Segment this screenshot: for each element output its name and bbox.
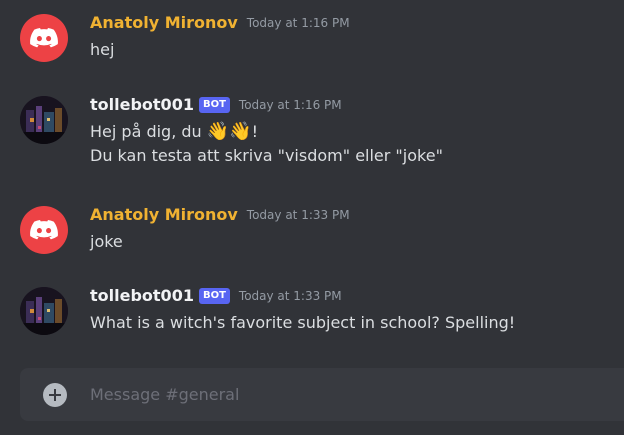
avatar[interactable] bbox=[20, 287, 68, 335]
message-text: ! bbox=[251, 122, 259, 141]
bot-badge: BOT bbox=[198, 97, 230, 113]
discord-logo-icon bbox=[30, 28, 58, 48]
message-list: Anatoly Mironov Today at 1:16 PM hej tol… bbox=[0, 0, 624, 360]
message-text: What is a witch's favorite subject in sc… bbox=[90, 313, 516, 332]
message-text: hej bbox=[90, 40, 115, 59]
message-text: Du kan testa att skriva "visdom" eller "… bbox=[90, 146, 443, 165]
username[interactable]: Anatoly Mironov bbox=[90, 204, 238, 226]
timestamp: Today at 1:33 PM bbox=[246, 208, 350, 222]
message-content: What is a witch's favorite subject in sc… bbox=[90, 311, 515, 335]
message-item: Anatoly Mironov Today at 1:16 PM hej bbox=[0, 12, 624, 64]
avatar[interactable] bbox=[20, 206, 68, 254]
discord-logo-icon bbox=[30, 220, 58, 240]
timestamp: Today at 1:33 PM bbox=[238, 289, 342, 303]
photo-avatar bbox=[20, 96, 68, 144]
message-header: tollebot001 BOT Today at 1:16 PM bbox=[90, 94, 342, 116]
message-item: Anatoly Mironov Today at 1:33 PM joke bbox=[0, 204, 624, 256]
username[interactable]: Anatoly Mironov bbox=[90, 12, 238, 34]
message-content: hej bbox=[90, 38, 114, 62]
bot-badge: BOT bbox=[198, 288, 230, 304]
photo-avatar bbox=[20, 287, 68, 335]
username[interactable]: tollebot001 bbox=[90, 285, 194, 307]
plus-circle-icon bbox=[49, 389, 61, 401]
avatar[interactable] bbox=[20, 96, 68, 144]
add-attachment-button[interactable] bbox=[43, 383, 67, 407]
message-header: Anatoly Mironov Today at 1:16 PM bbox=[90, 12, 350, 34]
message-content: joke bbox=[90, 230, 123, 254]
message-header: tollebot001 BOT Today at 1:33 PM bbox=[90, 285, 342, 307]
message-header: Anatoly Mironov Today at 1:33 PM bbox=[90, 204, 350, 226]
message-text-line: Hej på dig, du 👋👋! bbox=[90, 120, 443, 144]
message-text: joke bbox=[90, 232, 123, 251]
timestamp: Today at 1:16 PM bbox=[246, 16, 350, 30]
message-item: tollebot001 BOT Today at 1:16 PM Hej på … bbox=[0, 94, 624, 174]
message-composer bbox=[20, 368, 624, 421]
username[interactable]: tollebot001 bbox=[90, 94, 194, 116]
message-input[interactable] bbox=[90, 382, 610, 406]
timestamp: Today at 1:16 PM bbox=[238, 98, 342, 112]
message-content: Hej på dig, du 👋👋! Du kan testa att skri… bbox=[90, 120, 443, 168]
message-text: Hej på dig, du bbox=[90, 122, 207, 141]
message-item: tollebot001 BOT Today at 1:33 PM What is… bbox=[0, 285, 624, 337]
avatar[interactable] bbox=[20, 14, 68, 62]
waving-hand-emoji[interactable]: 👋👋 bbox=[207, 121, 252, 142]
